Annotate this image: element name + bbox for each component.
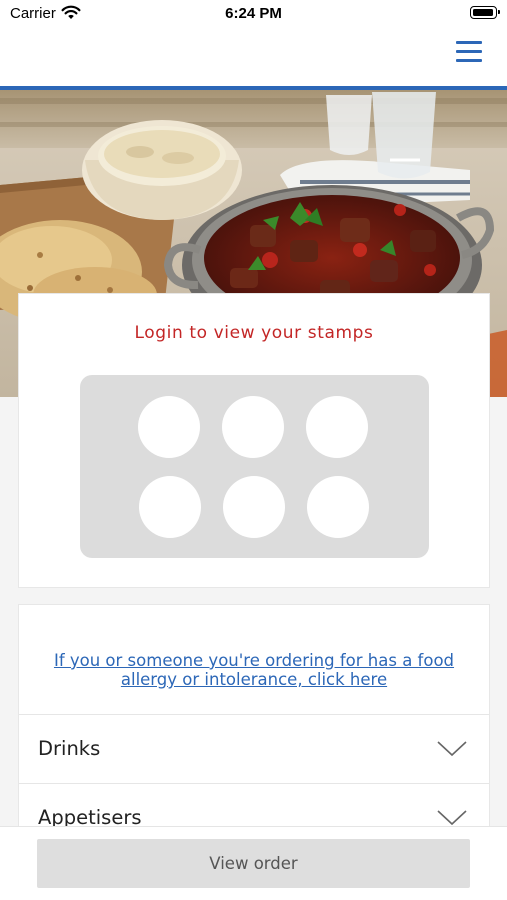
stamp-grid (80, 375, 429, 558)
hamburger-menu-icon[interactable] (456, 40, 482, 64)
bottom-order-bar: View order (0, 826, 507, 900)
stamp-slot (222, 396, 284, 458)
chevron-down-icon (437, 741, 467, 757)
menu-card: If you or someone you're ordering for ha… (18, 604, 490, 864)
stamp-slot (139, 476, 201, 538)
stamp-slot (138, 396, 200, 458)
allergy-info-link[interactable]: If you or someone you're ordering for ha… (41, 651, 467, 689)
chevron-down-icon (437, 810, 467, 826)
stamp-slot (306, 396, 368, 458)
stamps-login-prompt[interactable]: Login to view your stamps (19, 323, 489, 343)
clock: 6:24 PM (225, 5, 282, 22)
battery-icon (470, 6, 500, 19)
menu-category-drinks[interactable]: Drinks (19, 714, 489, 784)
view-order-button[interactable]: View order (37, 839, 470, 888)
stamp-slot (223, 476, 285, 538)
stamp-slot (307, 476, 369, 538)
menu-category-label: Drinks (38, 737, 101, 760)
stamp-card: Login to view your stamps (18, 293, 490, 588)
status-bar: Carrier 6:24 PM (0, 0, 507, 30)
top-nav-bar (0, 30, 507, 86)
